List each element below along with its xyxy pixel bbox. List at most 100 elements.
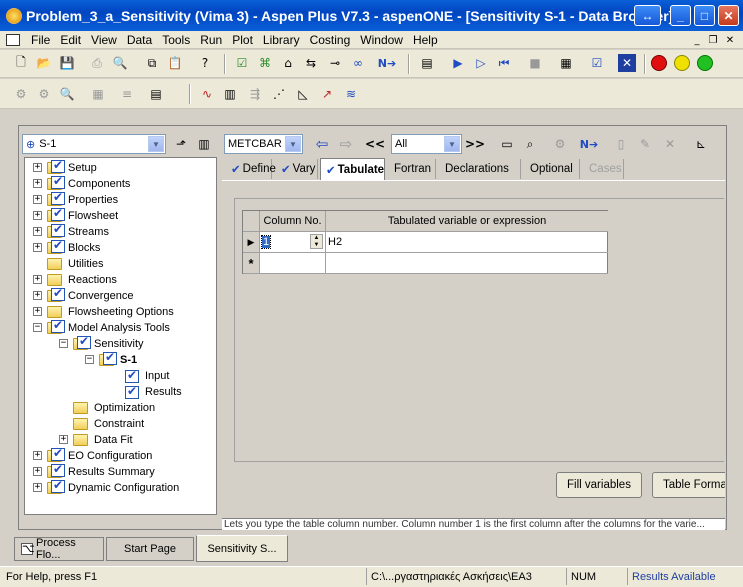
tab-tabulate[interactable]: ✔ Tabulate	[320, 158, 385, 180]
column-no-cell[interactable]: 1 ▲ ▼	[260, 232, 326, 253]
zoom-icon[interactable]: 🔍	[58, 85, 76, 103]
streams-icon[interactable]: ⊸	[326, 54, 344, 72]
properties-icon[interactable]: ⌂	[279, 54, 297, 72]
flowsheet-icon[interactable]: ⌘	[256, 54, 274, 72]
tab-declarations[interactable]: Declarations	[440, 159, 521, 179]
expand-icon[interactable]: +	[33, 483, 42, 492]
units-select[interactable]: METCBAR ▼	[224, 134, 303, 154]
mdi-restore-icon[interactable]: ❐	[705, 33, 721, 47]
plot-stream-icon[interactable]: ⇶	[246, 85, 264, 103]
menu-run[interactable]: Run	[195, 33, 227, 47]
plot-bar-icon[interactable]: ▥	[221, 85, 239, 103]
new-object-icon[interactable]: ▯	[612, 135, 630, 153]
doc-tab-process-flowsheet[interactable]: ⌥ Process Flo...	[14, 537, 104, 561]
status-icon[interactable]: ⌕	[521, 135, 539, 153]
collapse-icon[interactable]: −	[59, 339, 68, 348]
menu-help[interactable]: Help	[408, 33, 443, 47]
view-select[interactable]: All ▼	[391, 134, 462, 154]
folder-up-icon[interactable]: ⬏	[172, 135, 190, 153]
expand-icon[interactable]: +	[33, 467, 42, 476]
collapse-icon[interactable]: −	[33, 323, 42, 332]
next-form-button[interactable]: >>	[465, 135, 485, 153]
maximize-button[interactable]: □	[694, 5, 715, 26]
plot-multi-icon[interactable]: ≋	[342, 85, 360, 103]
collapse-icon[interactable]: −	[85, 355, 94, 364]
object-select[interactable]: ⊕ S-1 ▼	[22, 134, 166, 154]
setup-data-icon[interactable]: ☑	[233, 54, 251, 72]
tree-item-model-analysis-tools[interactable]: Model Analysis Tools	[47, 318, 170, 336]
tab-define[interactable]: ✔ Define	[226, 159, 276, 179]
new-file-icon[interactable]: 🗋	[12, 54, 30, 72]
tree-item-dynamic-configuration[interactable]: Dynamic Configuration	[47, 478, 179, 496]
toggle-tree-icon[interactable]: ▥	[195, 135, 213, 153]
menu-tools[interactable]: Tools	[157, 33, 195, 47]
tree-item-convergence[interactable]: Convergence	[47, 286, 133, 304]
column-no-value[interactable]: 1	[260, 235, 272, 249]
table-format-button[interactable]: Table Format	[652, 472, 725, 498]
forward-arrow-icon[interactable]: ⇨	[337, 135, 355, 153]
tab-optional[interactable]: Optional	[525, 159, 580, 179]
gear-icon[interactable]: ⚙	[12, 85, 30, 103]
expand-icon[interactable]: +	[33, 275, 42, 284]
tree-item-utilities[interactable]: Utilities	[47, 256, 103, 272]
model-analysis-icon[interactable]: ∞	[349, 54, 367, 72]
notes-icon[interactable]: ▭	[498, 135, 516, 153]
menu-plot[interactable]: Plot	[227, 33, 258, 47]
blocks-icon[interactable]: ⇆	[302, 54, 320, 72]
rewind-icon[interactable]: ⏮	[495, 54, 513, 72]
doc-tab-start-page[interactable]: Start Page	[106, 537, 194, 561]
expand-icon[interactable]: +	[33, 451, 42, 460]
variable-cell[interactable]: H2	[326, 232, 608, 253]
mdi-close-icon[interactable]: ✕	[722, 33, 738, 47]
expand-icon[interactable]: +	[33, 163, 42, 172]
tab-fortran[interactable]: Fortran	[389, 159, 436, 179]
mdi-document-icon[interactable]	[6, 33, 20, 46]
tree-item-constraint[interactable]: Constraint	[73, 416, 144, 432]
menu-window[interactable]: Window	[355, 33, 408, 47]
tree-item-results[interactable]: Results	[125, 384, 182, 400]
expand-icon[interactable]: +	[33, 243, 42, 252]
copy-icon[interactable]: ⧉	[143, 54, 161, 72]
step-icon[interactable]: ▷	[472, 54, 490, 72]
save-icon[interactable]: 💾	[58, 54, 76, 72]
expand-icon[interactable]: +	[33, 291, 42, 300]
plot-scatter-icon[interactable]: ⋰	[270, 85, 288, 103]
menu-view[interactable]: View	[86, 33, 122, 47]
expand-icon[interactable]: +	[33, 227, 42, 236]
tree-item-input[interactable]: Input	[125, 368, 169, 384]
expand-icon[interactable]: +	[33, 307, 42, 316]
minimize-button[interactable]: _	[670, 5, 691, 26]
tree-item-results-summary[interactable]: Results Summary	[47, 462, 155, 480]
expand-icon[interactable]: +	[59, 435, 68, 444]
menu-edit[interactable]: Edit	[55, 33, 86, 47]
fill-variables-button[interactable]: Fill variables	[556, 472, 642, 498]
expand-icon[interactable]: +	[33, 195, 42, 204]
edit-pencil-icon[interactable]: ✎	[636, 135, 654, 153]
previous-form-button[interactable]: <<	[365, 135, 385, 153]
tree-item-flowsheeting-options[interactable]: Flowsheeting Options	[47, 304, 174, 320]
reconcile-icon[interactable]: ✕	[618, 54, 636, 72]
gear-disabled-icon[interactable]: ⚙	[551, 135, 569, 153]
print-preview-icon[interactable]: 🔍	[111, 54, 129, 72]
chevron-down-icon[interactable]: ▼	[285, 136, 301, 152]
new-row-variable-cell[interactable]	[326, 253, 608, 274]
expand-icon[interactable]: +	[33, 211, 42, 220]
close-button[interactable]: ✕	[718, 5, 739, 26]
control-panel-icon[interactable]: ▤	[418, 54, 436, 72]
plot-axes-icon[interactable]: ⊾	[692, 135, 710, 153]
plot-curve-icon[interactable]: ∿	[198, 85, 216, 103]
tree-item-s-1[interactable]: S-1	[99, 350, 137, 368]
tree-item-blocks[interactable]: Blocks	[47, 238, 100, 256]
next-step-icon[interactable]: N➔	[378, 54, 396, 72]
next-browser-icon[interactable]: N➔	[580, 135, 598, 153]
new-row-column-no-cell[interactable]	[260, 253, 326, 274]
tab-cases[interactable]: Cases	[584, 159, 624, 179]
menu-data[interactable]: Data	[122, 33, 157, 47]
run-icon[interactable]: ▶	[449, 54, 467, 72]
spinner-icon[interactable]: ▲ ▼	[310, 234, 323, 249]
paste-icon[interactable]: 📋	[166, 54, 184, 72]
plot-line-icon[interactable]: ↗	[318, 85, 336, 103]
expand-icon[interactable]: +	[33, 179, 42, 188]
chevron-down-icon[interactable]: ▼	[148, 136, 164, 152]
mdi-minimize-icon[interactable]: _	[689, 33, 705, 47]
